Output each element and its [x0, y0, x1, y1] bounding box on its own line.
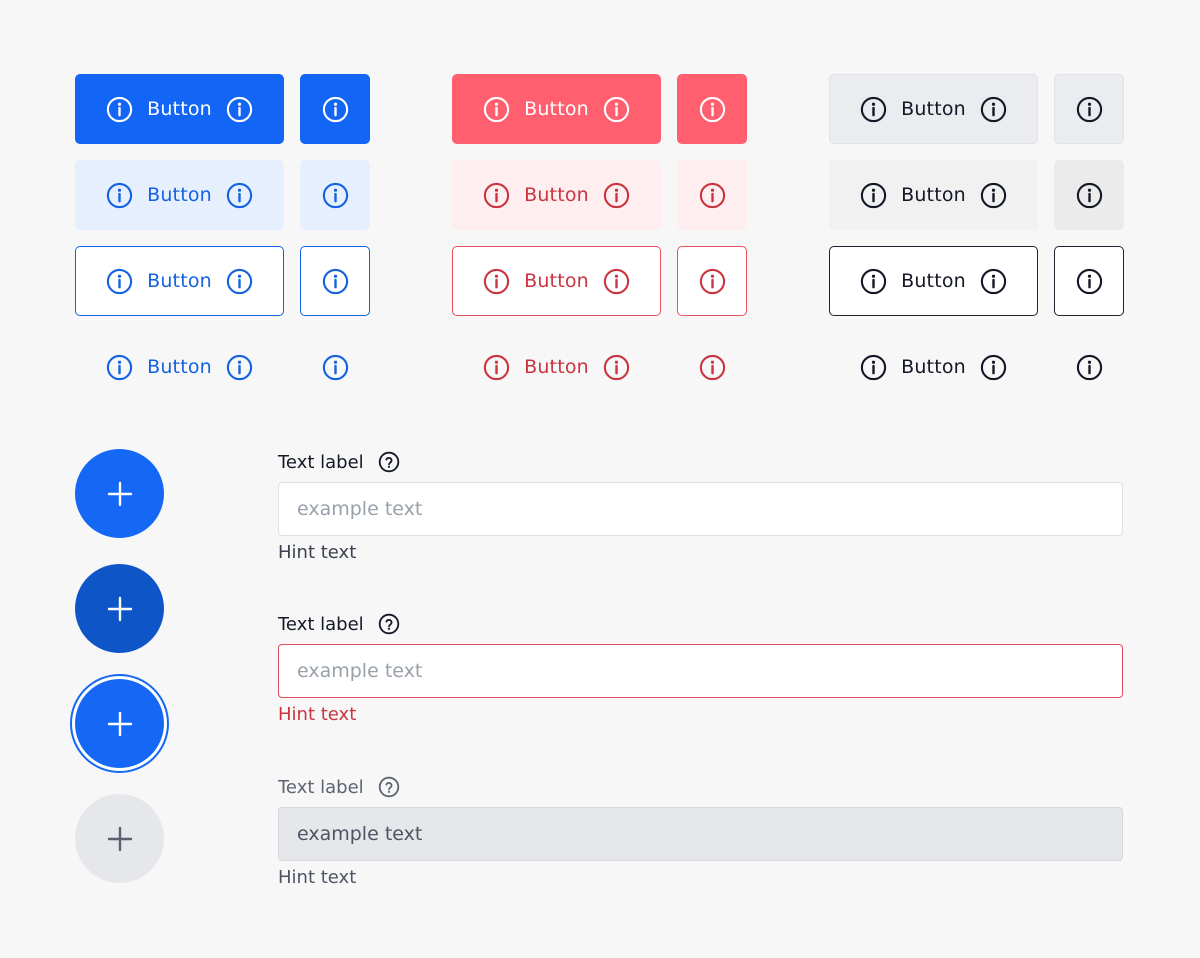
info-icon — [483, 96, 510, 123]
neutral-outline-button[interactable]: Button — [829, 246, 1038, 316]
info-icon — [860, 354, 887, 381]
info-icon — [483, 182, 510, 209]
danger-soft-button[interactable]: Button — [452, 160, 661, 230]
primary-soft-icon-button[interactable] — [300, 160, 370, 230]
button-label: Button — [524, 356, 589, 378]
field-label-row: Text label — [278, 775, 1123, 799]
neutral-soft-button[interactable]: Button — [829, 160, 1038, 230]
plus-icon — [107, 711, 132, 736]
add-fab-focused[interactable] — [75, 679, 164, 768]
field-label: Text label — [278, 776, 364, 798]
button-label: Button — [524, 270, 589, 292]
primary-solid-button[interactable]: Button — [75, 74, 284, 144]
danger-solid-button[interactable]: Button — [452, 74, 661, 144]
question-circle-icon[interactable] — [378, 776, 400, 798]
button-label: Button — [147, 98, 212, 120]
primary-outline-button[interactable]: Button — [75, 246, 284, 316]
info-icon — [603, 182, 630, 209]
danger-ghost-icon-button[interactable] — [677, 332, 747, 402]
text-input[interactable] — [278, 644, 1123, 698]
info-icon — [1076, 268, 1103, 295]
info-icon — [603, 96, 630, 123]
info-icon — [860, 96, 887, 123]
neutral-ghost-icon-button[interactable] — [1054, 332, 1124, 402]
info-icon — [483, 354, 510, 381]
text-field-disabled: Text label Hint text — [278, 775, 1123, 888]
button-label: Button — [147, 270, 212, 292]
primary-solid-icon-button[interactable] — [300, 74, 370, 144]
button-label: Button — [147, 356, 212, 378]
info-icon — [322, 182, 349, 209]
primary-outline-icon-button[interactable] — [300, 246, 370, 316]
text-field-error: Text label Hint text — [278, 612, 1123, 725]
hint-text: Hint text — [278, 542, 357, 563]
info-icon — [106, 182, 133, 209]
neutral-solid-icon-button[interactable] — [1054, 74, 1124, 144]
button-label: Button — [524, 98, 589, 120]
info-icon — [860, 182, 887, 209]
button-label: Button — [901, 356, 966, 378]
info-icon — [980, 182, 1007, 209]
field-label-row: Text label — [278, 450, 1123, 474]
add-fab-default[interactable] — [75, 449, 164, 538]
info-icon — [699, 354, 726, 381]
info-icon — [1076, 96, 1103, 123]
info-icon — [603, 354, 630, 381]
info-icon — [226, 268, 253, 295]
primary-ghost-button[interactable]: Button — [75, 332, 284, 402]
neutral-soft-icon-button[interactable] — [1054, 160, 1124, 230]
button-label: Button — [147, 184, 212, 206]
info-icon — [699, 182, 726, 209]
info-icon — [106, 268, 133, 295]
plus-icon — [107, 596, 132, 621]
info-icon — [322, 354, 349, 381]
info-icon — [322, 268, 349, 295]
question-circle-icon[interactable] — [378, 613, 400, 635]
field-label: Text label — [278, 613, 364, 635]
text-field-default: Text label Hint text — [278, 450, 1123, 563]
info-icon — [226, 96, 253, 123]
question-circle-icon[interactable] — [378, 451, 400, 473]
info-icon — [980, 354, 1007, 381]
info-icon — [1076, 354, 1103, 381]
info-icon — [226, 182, 253, 209]
info-icon — [106, 96, 133, 123]
info-icon — [483, 268, 510, 295]
button-label: Button — [901, 98, 966, 120]
hint-text: Hint text — [278, 704, 357, 725]
plus-icon — [107, 481, 132, 506]
neutral-solid-button[interactable]: Button — [829, 74, 1038, 144]
plus-icon — [107, 826, 132, 851]
danger-outline-icon-button[interactable] — [677, 246, 747, 316]
button-label: Button — [901, 184, 966, 206]
field-label-row: Text label — [278, 612, 1123, 636]
info-icon — [322, 96, 349, 123]
danger-solid-icon-button[interactable] — [677, 74, 747, 144]
neutral-ghost-button[interactable]: Button — [829, 332, 1038, 402]
info-icon — [699, 268, 726, 295]
danger-ghost-button[interactable]: Button — [452, 332, 661, 402]
button-label: Button — [901, 270, 966, 292]
field-label: Text label — [278, 451, 364, 473]
info-icon — [980, 96, 1007, 123]
info-icon — [699, 96, 726, 123]
info-icon — [106, 354, 133, 381]
info-icon — [226, 354, 253, 381]
primary-soft-button[interactable]: Button — [75, 160, 284, 230]
danger-soft-icon-button[interactable] — [677, 160, 747, 230]
add-fab-disabled — [75, 794, 164, 883]
add-fab-pressed[interactable] — [75, 564, 164, 653]
text-input — [278, 807, 1123, 861]
info-icon — [603, 268, 630, 295]
hint-text: Hint text — [278, 867, 357, 888]
info-icon — [860, 268, 887, 295]
button-label: Button — [524, 184, 589, 206]
neutral-outline-icon-button[interactable] — [1054, 246, 1124, 316]
primary-ghost-icon-button[interactable] — [300, 332, 370, 402]
danger-outline-button[interactable]: Button — [452, 246, 661, 316]
info-icon — [980, 268, 1007, 295]
info-icon — [1076, 182, 1103, 209]
text-input[interactable] — [278, 482, 1123, 536]
